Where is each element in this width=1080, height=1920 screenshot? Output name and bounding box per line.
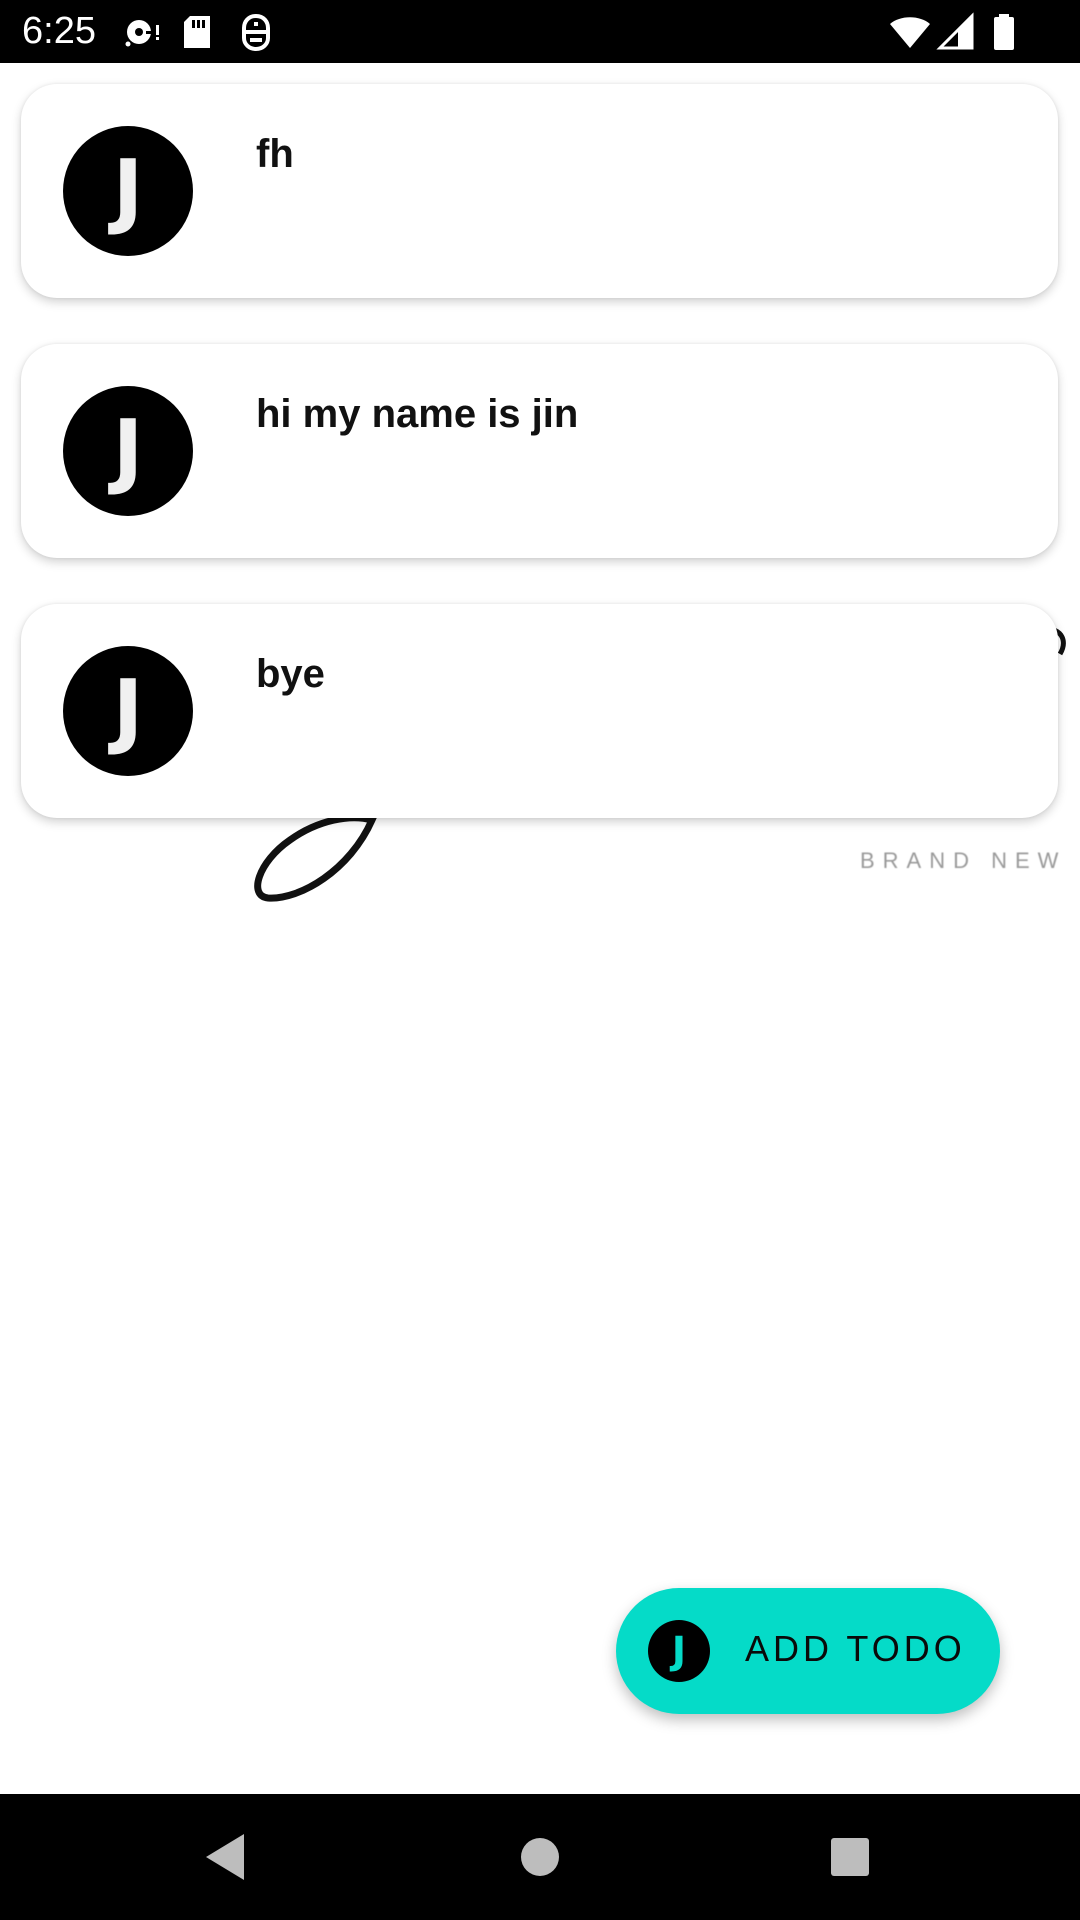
todo-card[interactable]: J bye: [21, 604, 1058, 818]
screen: 6:25 BRAND NEW J fh J hi my name is jin …: [0, 0, 1080, 1920]
todo-title: fh: [256, 132, 294, 176]
avatar: J: [63, 386, 193, 516]
signal-icon: [936, 12, 974, 50]
avatar-letter: J: [112, 143, 144, 238]
background-brand-text: BRAND NEW: [860, 848, 1067, 873]
avatar-letter: J: [112, 663, 144, 758]
add-todo-button[interactable]: J ADD TODO: [616, 1588, 1000, 1714]
avatar-letter: J: [112, 403, 144, 498]
navigation-bar: [0, 1794, 1080, 1920]
wifi-icon: [890, 17, 930, 48]
fab-avatar: J: [648, 1620, 710, 1682]
fab-avatar-letter: J: [671, 1629, 687, 1673]
debug-icon: [242, 13, 270, 52]
battery-icon: [994, 14, 1014, 50]
todo-card[interactable]: J fh: [21, 84, 1058, 298]
recents-icon[interactable]: [790, 1794, 910, 1920]
status-bar: 6:25: [0, 0, 1080, 63]
sd-card-icon: [184, 16, 210, 48]
status-time: 6:25: [22, 10, 96, 52]
add-todo-label: ADD TODO: [745, 1628, 966, 1669]
todo-title: hi my name is jin: [256, 392, 579, 436]
todo-title: bye: [256, 652, 325, 696]
avatar: J: [63, 126, 193, 256]
home-icon[interactable]: [480, 1794, 600, 1920]
media-icon: [125, 20, 159, 47]
todo-card[interactable]: J hi my name is jin: [21, 344, 1058, 558]
avatar: J: [63, 646, 193, 776]
back-icon[interactable]: [166, 1794, 286, 1920]
